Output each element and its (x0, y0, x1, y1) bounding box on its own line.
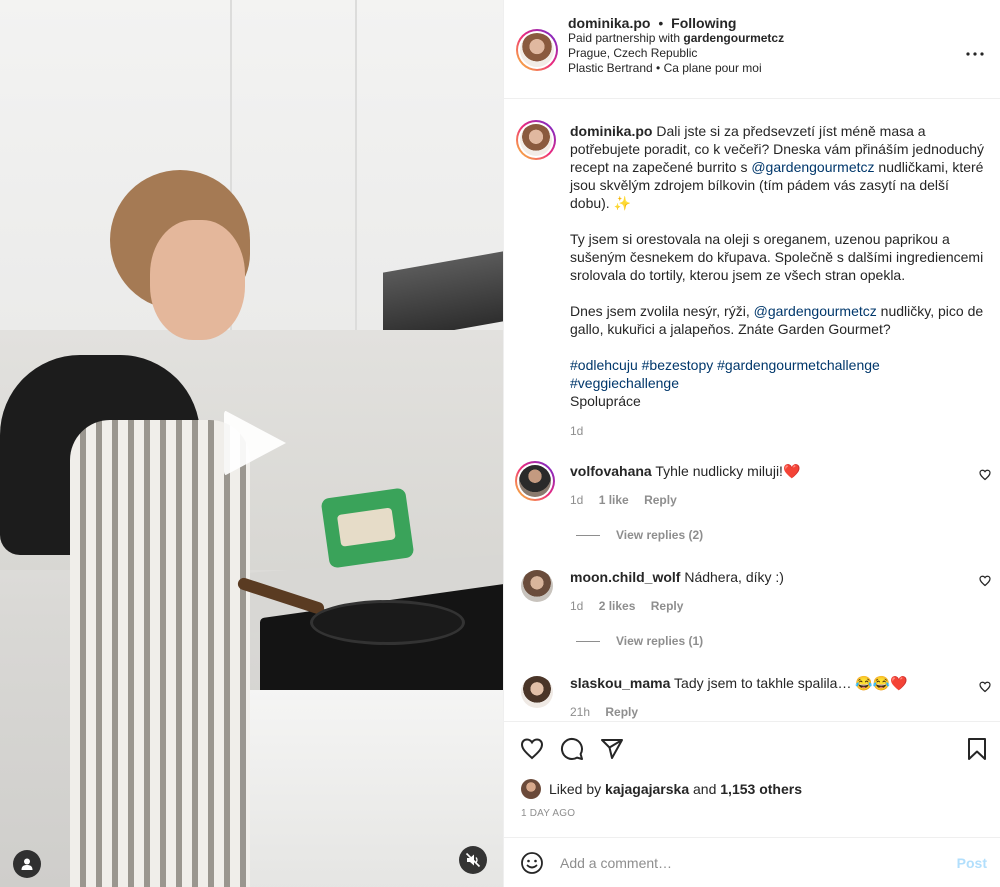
post-caption: dominika.po Dali jste si za předsevzetí … (570, 122, 985, 410)
comment-text: volfovahana Tyhle nudlicky miluji!❤️ (570, 462, 960, 480)
caption-paragraph: Ty jsem si orestovala na oleji s oregane… (570, 231, 984, 283)
post-header-text: dominika.po • Following Paid partnership… (568, 16, 784, 76)
commenter-avatar[interactable] (521, 676, 553, 708)
liked-by-prefix: Liked by (549, 781, 602, 797)
tagged-users-button[interactable] (13, 850, 41, 878)
post-comment-button[interactable]: Post (957, 855, 987, 871)
post-header: dominika.po • Following Paid partnership… (504, 0, 1000, 99)
comment-like-button[interactable] (979, 574, 991, 590)
more-options-button[interactable] (966, 40, 984, 61)
view-replies-label: View replies (1) (616, 634, 704, 648)
location-link[interactable]: Prague, Czech Republic (568, 46, 784, 61)
caption-text-part: Dnes jsem zvolila nesýr, rýži, (570, 303, 754, 319)
reply-button[interactable]: Reply (651, 599, 684, 613)
caption-author-avatar[interactable] (516, 120, 556, 160)
partner-link[interactable]: gardengourmetcz (683, 31, 784, 45)
bookmark-icon[interactable] (965, 737, 989, 761)
hashtag-link[interactable]: #gardengourmetchallenge (717, 357, 880, 373)
caption-timestamp[interactable]: 1d (570, 424, 583, 438)
comment-timestamp[interactable]: 1d (570, 493, 583, 507)
liked-by-and: and (693, 781, 717, 797)
liker-username[interactable]: kajagajarska (605, 781, 689, 797)
more-icon (966, 52, 984, 56)
muted-speaker-icon (465, 852, 481, 868)
comment-like-button[interactable] (979, 468, 991, 484)
caption-username[interactable]: dominika.po (570, 123, 652, 139)
video-frame-person-face (150, 220, 245, 340)
comment-input[interactable] (560, 851, 940, 875)
separator-dot: • (658, 15, 664, 31)
hashtag-link[interactable]: #bezestopy (642, 357, 714, 373)
comment-body: Nádhera, díky :) (680, 569, 784, 585)
replies-divider (576, 640, 600, 642)
video-player[interactable] (0, 0, 503, 887)
following-button[interactable]: Following (671, 15, 736, 31)
commenter-avatar[interactable] (515, 461, 555, 501)
add-comment-bar: Post (504, 837, 1000, 887)
comment-text: moon.child_wolf Nádhera, díky :) (570, 568, 960, 586)
mute-button[interactable] (459, 846, 487, 874)
audio-link[interactable]: Plastic Bertrand • Ca plane pour moi (568, 61, 784, 76)
video-frame-apron (70, 420, 250, 887)
share-icon[interactable] (600, 737, 624, 761)
commenter-avatar[interactable] (521, 570, 553, 602)
hashtag-link[interactable]: #veggiechallenge (570, 375, 679, 391)
mention-link[interactable]: @gardengourmetcz (754, 303, 877, 319)
commenter-username[interactable]: volfovahana (570, 463, 652, 479)
comment-meta: 1d 1 like Reply (570, 493, 689, 507)
comment-meta: 21h Reply (570, 705, 650, 719)
replies-divider (576, 534, 600, 536)
paid-partnership-prefix: Paid partnership with (568, 31, 681, 45)
hashtag-link[interactable]: #odlehcuju (570, 357, 638, 373)
likes-count[interactable]: 1,153 others (720, 781, 802, 797)
comments-list[interactable]: dominika.po Dali jste si za předsevzetí … (504, 100, 1000, 721)
heart-icon (979, 575, 991, 587)
comment-meta: 1d 2 likes Reply (570, 599, 695, 613)
reply-button[interactable]: Reply (644, 493, 677, 507)
post-timestamp[interactable]: 1 DAY AGO (521, 808, 575, 819)
comment-icon[interactable] (560, 737, 584, 761)
author-avatar[interactable] (516, 29, 558, 71)
post-side-panel: dominika.po • Following Paid partnership… (503, 0, 1000, 887)
play-icon[interactable] (224, 410, 286, 476)
view-replies-button[interactable]: View replies (1) (576, 634, 703, 648)
view-replies-button[interactable]: View replies (2) (576, 528, 703, 542)
comment-timestamp[interactable]: 21h (570, 705, 590, 719)
post-view: dominika.po • Following Paid partnership… (0, 0, 1000, 887)
comment-text: slaskou_mama Tady jsem to takhle spalila… (570, 674, 960, 692)
commenter-username[interactable]: slaskou_mama (570, 675, 670, 691)
comment-likes[interactable]: 1 like (599, 493, 629, 507)
action-icons (520, 737, 624, 761)
post-actions: Liked by kajagajarska and 1,153 others 1… (504, 721, 1000, 837)
comment-likes[interactable]: 2 likes (599, 599, 636, 613)
commenter-username[interactable]: moon.child_wolf (570, 569, 680, 585)
view-replies-label: View replies (2) (616, 528, 704, 542)
comment-timestamp[interactable]: 1d (570, 599, 583, 613)
paid-partnership-label: Paid partnership with gardengourmetcz (568, 31, 784, 46)
comment-like-button[interactable] (979, 680, 991, 696)
video-frame-detail (355, 0, 357, 330)
heart-icon (979, 469, 991, 481)
emoji-icon[interactable] (520, 851, 544, 875)
mention-link[interactable]: @gardengourmetcz (751, 159, 874, 175)
collaboration-label: Spolupráce (570, 393, 641, 409)
author-username[interactable]: dominika.po (568, 15, 650, 31)
reply-button[interactable]: Reply (605, 705, 638, 719)
video-frame-pan (310, 600, 465, 645)
heart-icon (979, 681, 991, 693)
user-icon (21, 858, 33, 870)
liked-by-summary: Liked by kajagajarska and 1,153 others (521, 779, 802, 799)
comment-body: Tady jsem to takhle spalila… 😂😂❤️ (670, 675, 908, 691)
like-heart-icon[interactable] (520, 737, 544, 761)
comment-body: Tyhle nudlicky miluji!❤️ (651, 463, 801, 479)
video-frame-package (320, 487, 415, 569)
liker-avatar[interactable] (521, 779, 541, 799)
